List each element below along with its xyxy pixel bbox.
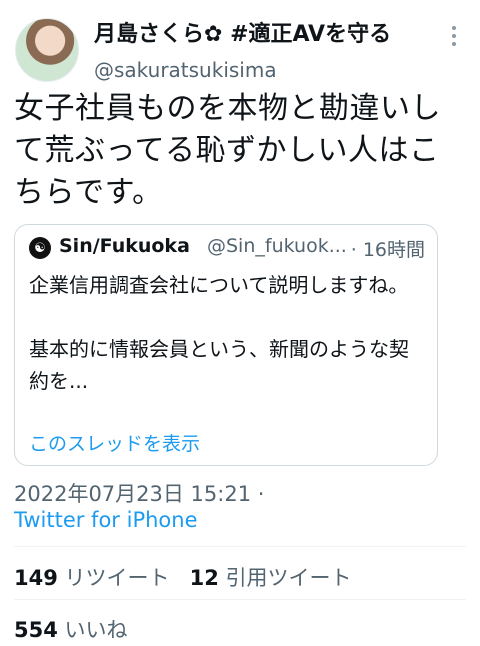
divider <box>14 599 466 600</box>
quotes-stat[interactable]: 12 引用ツイート <box>190 566 352 590</box>
more-icon[interactable] <box>444 26 464 46</box>
quotes-count: 12 <box>189 566 219 590</box>
author-username[interactable]: @sakuratsukisima <box>94 58 277 82</box>
quote-text: 企業信用調査会社について説明しますね。 基本的に情報会員という、新聞のような契約… <box>29 273 409 393</box>
likes-row: 554 いいね <box>14 614 128 644</box>
tweet-text: 女子社員ものを本物と勘違いして荒ぶってる恥ずかしい人はこちらです。 <box>14 91 441 210</box>
author-display-name[interactable]: 月島さくら✿ #適正AVを守る <box>94 16 391 48</box>
quote-author-username: @Sin_fukuok... <box>207 235 347 257</box>
quote-author-name: Sin/Fukuoka <box>59 235 190 257</box>
retweets-stat[interactable]: 149 リツイート <box>14 566 176 590</box>
quote-avatar-icon: ☯ <box>29 237 51 259</box>
avatar[interactable] <box>15 18 79 82</box>
tweet-timestamp[interactable]: 2022年07月23日 15:21 · <box>14 478 264 508</box>
show-thread-link[interactable]: このスレッドを表示 <box>29 429 200 456</box>
quote-time: · 16時間 <box>350 239 425 261</box>
likes-label: いいね <box>64 618 128 642</box>
stats-row: 149 リツイート 12 引用ツイート <box>14 562 352 592</box>
retweets-count: 149 <box>14 566 58 590</box>
divider <box>14 546 466 547</box>
retweets-label: リツイート <box>64 566 170 590</box>
likes-stat[interactable]: 554 いいね <box>14 618 128 642</box>
quoted-tweet-card[interactable]: ☯ Sin/Fukuoka @Sin_fukuok... · 16時間 企業信用… <box>14 224 438 466</box>
tweet-source-link[interactable]: Twitter for iPhone <box>14 508 198 532</box>
quotes-label: 引用ツイート <box>225 566 352 590</box>
likes-count: 554 <box>14 618 58 642</box>
